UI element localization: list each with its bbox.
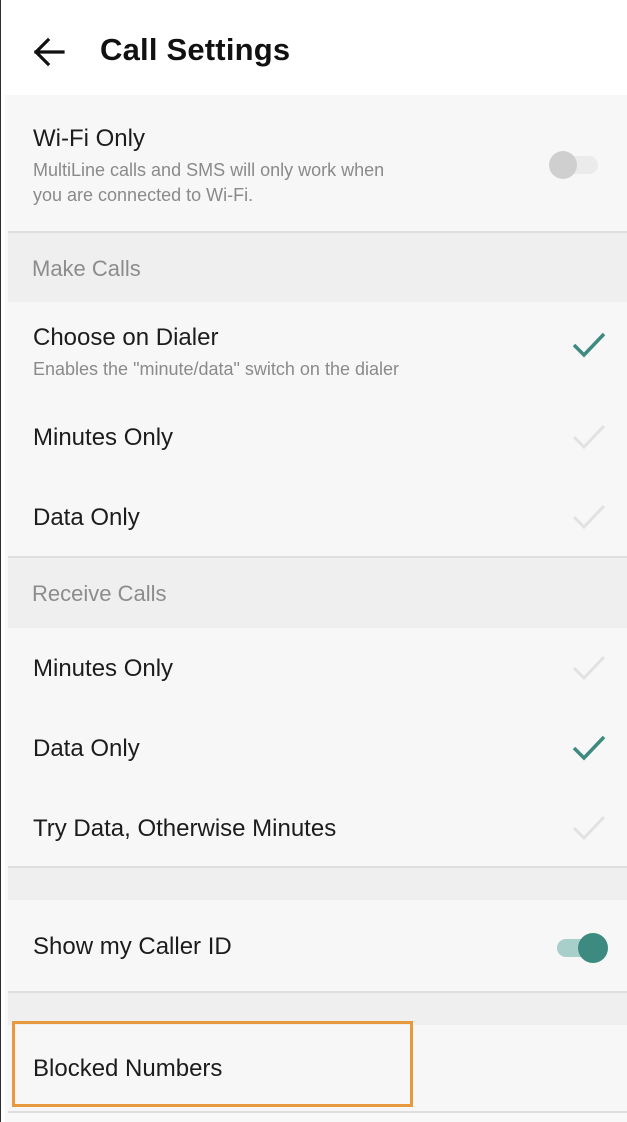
wifi-only-description-line1: MultiLine calls and SMS will only work w… bbox=[33, 160, 385, 180]
receive-calls-section-header: Receive Calls bbox=[8, 558, 627, 628]
option-label: Data Only bbox=[33, 735, 140, 762]
receive-calls-option-try-data-otherwise-minutes[interactable]: Try Data, Otherwise Minutes bbox=[8, 788, 627, 866]
check-icon bbox=[572, 735, 606, 761]
make-calls-option-minutes-only[interactable]: Minutes Only bbox=[8, 396, 627, 476]
option-label: Try Data, Otherwise Minutes bbox=[33, 815, 337, 842]
back-arrow-icon bbox=[33, 37, 65, 67]
make-calls-option-data-only[interactable]: Data Only bbox=[8, 476, 627, 556]
wifi-only-row[interactable]: Wi-Fi Only MultiLine calls and SMS will … bbox=[8, 95, 627, 231]
back-button[interactable] bbox=[27, 30, 71, 74]
option-label: Data Only bbox=[33, 504, 140, 531]
option-label: Minutes Only bbox=[33, 424, 174, 451]
app-bar bbox=[5, 0, 627, 95]
check-icon bbox=[572, 332, 606, 358]
window-edge bbox=[0, 0, 5, 1122]
check-icon bbox=[572, 504, 606, 530]
wifi-only-toggle[interactable] bbox=[540, 145, 600, 185]
check-icon bbox=[572, 655, 606, 681]
option-description: Enables the "minute/data" switch on the … bbox=[33, 359, 399, 379]
make-calls-header-label: Make Calls bbox=[32, 256, 141, 281]
wifi-only-description-line2: you are connected to Wi-Fi. bbox=[33, 185, 254, 205]
receive-calls-header-label: Receive Calls bbox=[32, 581, 167, 606]
check-icon bbox=[572, 424, 606, 450]
wifi-only-label: Wi-Fi Only bbox=[33, 125, 145, 152]
section-spacer bbox=[8, 993, 627, 1025]
page-title: Call Settings bbox=[100, 32, 291, 67]
option-label: Choose on Dialer bbox=[33, 324, 219, 351]
show-caller-id-row[interactable]: Show my Caller ID bbox=[8, 900, 627, 991]
check-icon bbox=[572, 815, 606, 841]
blocked-numbers-label: Blocked Numbers bbox=[33, 1055, 223, 1082]
option-label: Minutes Only bbox=[33, 655, 174, 682]
make-calls-option-choose-on-dialer[interactable]: Choose on Dialer Enables the "minute/dat… bbox=[8, 302, 627, 396]
show-caller-id-label: Show my Caller ID bbox=[33, 933, 232, 960]
blocked-numbers-row[interactable]: Blocked Numbers bbox=[8, 1025, 627, 1111]
divider bbox=[8, 1111, 627, 1113]
section-spacer bbox=[8, 868, 627, 900]
receive-calls-option-minutes-only[interactable]: Minutes Only bbox=[8, 628, 627, 708]
show-caller-id-toggle[interactable] bbox=[555, 928, 615, 968]
make-calls-section-header: Make Calls bbox=[8, 233, 627, 302]
receive-calls-option-data-only[interactable]: Data Only bbox=[8, 708, 627, 788]
